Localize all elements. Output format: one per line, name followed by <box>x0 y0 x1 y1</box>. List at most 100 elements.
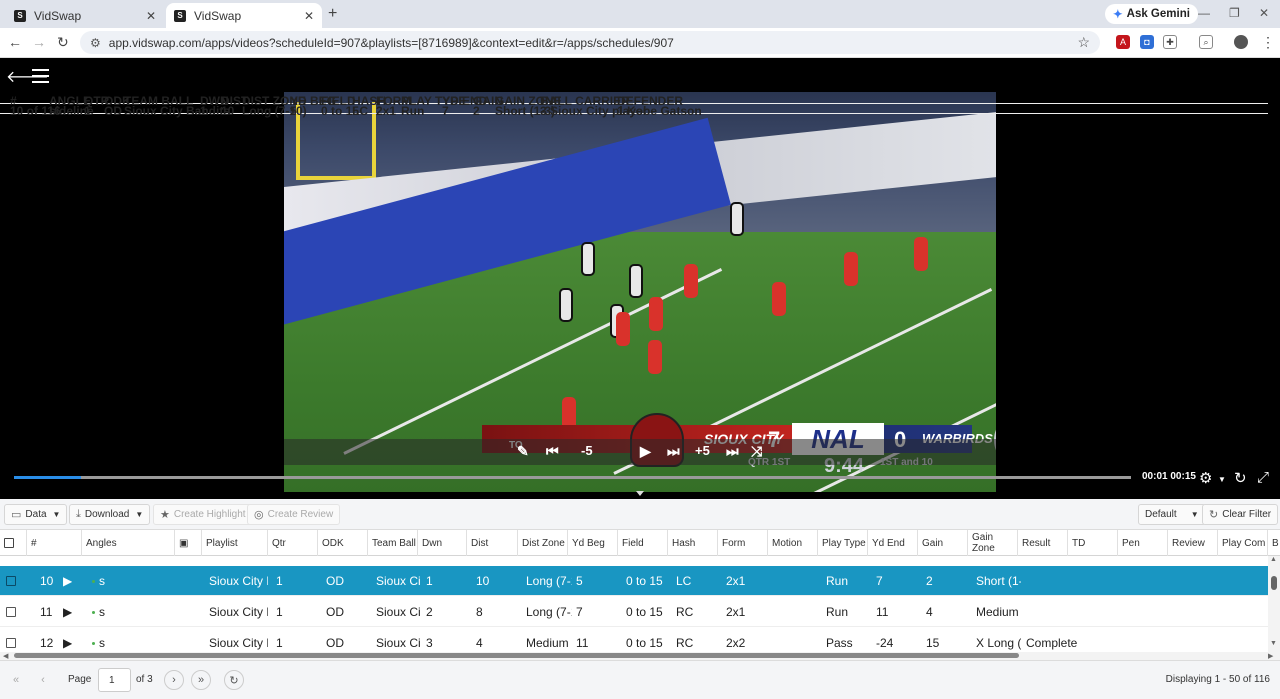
overlay-value: 7 <box>442 104 449 118</box>
grid-vertical-scrollbar[interactable]: ▲ ▼ <box>1268 556 1280 652</box>
col-header-pen[interactable]: Pen <box>1118 530 1168 556</box>
scroll-up-icon[interactable]: ▲ <box>1270 556 1277 563</box>
table-row[interactable]: 10 ▶ s Sioux City Ba 1 OD Sioux Cit 1 10… <box>0 566 1268 596</box>
first-page-icon[interactable]: « <box>6 670 26 690</box>
next-frame-icon[interactable]: ⏭ <box>667 443 680 460</box>
col-header-hash[interactable]: Hash <box>668 530 718 556</box>
scroll-right-icon[interactable]: ▶ <box>1268 652 1273 660</box>
minimize-icon[interactable]: — <box>1198 6 1210 20</box>
last-page-icon[interactable]: » <box>191 670 211 690</box>
grid-header: # Angles ▣ Playlist Qtr ODK Team Ball Dw… <box>0 530 1280 556</box>
create-review-button[interactable]: ◎ Create Review <box>247 504 341 525</box>
skip-back-label[interactable]: -5 <box>581 443 593 458</box>
col-header-dist-zone[interactable]: Dist Zone <box>518 530 568 556</box>
data-menu-button[interactable]: ▭ Data ▼ <box>4 504 68 525</box>
row-checkbox[interactable] <box>6 576 16 586</box>
play-pause-icon[interactable]: ▶ <box>640 443 651 460</box>
collapse-handle-icon[interactable] <box>636 491 644 496</box>
restore-icon[interactable]: ❐ <box>1229 6 1240 20</box>
col-header-play-com[interactable]: Play Com <box>1218 530 1268 556</box>
overlay-value: OD <box>104 104 122 118</box>
overlay-value: 1 <box>84 104 91 118</box>
col-header-playlist[interactable]: Playlist <box>202 530 268 556</box>
col-header-field[interactable]: Field <box>618 530 668 556</box>
browser-menu-icon[interactable]: ⋮ <box>1261 34 1275 51</box>
edit-pencil-icon[interactable]: ✎ <box>517 443 529 460</box>
col-header-gain[interactable]: Gain <box>918 530 968 556</box>
grid-horizontal-scrollbar[interactable]: ◀ ▶ <box>0 652 1280 660</box>
hamburger-menu-icon[interactable] <box>32 69 49 87</box>
prev-page-icon[interactable]: ‹ <box>33 670 53 690</box>
col-header-angles[interactable]: Angles <box>82 530 175 556</box>
pdf-extension-icon[interactable]: A <box>1116 35 1130 49</box>
col-header-dist[interactable]: Dist <box>467 530 518 556</box>
settings-caret-icon[interactable]: ▼ <box>1218 475 1226 484</box>
select-all-cell[interactable] <box>0 530 27 556</box>
col-header-thumbnail[interactable]: ▣ <box>175 530 202 556</box>
table-row[interactable]: 12 ▶ s Sioux City Ba 1 OD Sioux Cit 3 4 … <box>0 628 1268 652</box>
clear-filter-button[interactable]: ↻ Clear Filter <box>1202 504 1279 525</box>
play-row-icon[interactable]: ▶ <box>63 628 72 652</box>
download-menu-button[interactable]: ⤓ Download ▼ <box>69 504 151 525</box>
back-arrow-icon[interactable]: ← <box>8 34 22 50</box>
col-header-odk[interactable]: ODK <box>318 530 368 556</box>
row-checkbox[interactable] <box>6 638 16 648</box>
play-row-icon[interactable]: ▶ <box>63 597 72 627</box>
video-frame[interactable]: SIOUX CITY 7 NAL 0 WARBIRDS ★ QTR 1ST 9:… <box>284 92 996 492</box>
select-all-checkbox[interactable] <box>4 538 14 548</box>
tab-search-icon[interactable]: ⌕ <box>1199 35 1213 49</box>
next-page-icon[interactable]: › <box>164 670 184 690</box>
col-header-b[interactable]: B <box>1268 530 1280 556</box>
url-omnibox[interactable]: ⚙ app.vidswap.com/apps/videos?scheduleId… <box>80 31 1100 54</box>
video-time-readout: 00:01 00:15 <box>1142 471 1196 482</box>
col-header-dwn[interactable]: Dwn <box>418 530 467 556</box>
col-header-num[interactable]: # <box>27 530 82 556</box>
col-header-team-ball[interactable]: Team Ball <box>368 530 418 556</box>
col-header-result[interactable]: Result <box>1018 530 1068 556</box>
new-tab-icon[interactable]: + <box>328 5 337 23</box>
replay-icon[interactable]: ↻ <box>1234 469 1247 487</box>
site-settings-icon[interactable]: ⚙ <box>90 36 101 50</box>
horizontal-scroll-thumb[interactable] <box>14 653 1019 658</box>
col-header-yd-beg[interactable]: Yd Beg <box>568 530 618 556</box>
col-header-td[interactable]: TD <box>1068 530 1118 556</box>
table-row[interactable]: 11 ▶ s Sioux City Ba 1 OD Sioux Cit 2 8 … <box>0 597 1268 627</box>
refresh-grid-icon[interactable]: ↻ <box>224 670 244 690</box>
create-highlight-button[interactable]: ★ Create Highlight <box>153 504 253 525</box>
previous-clip-icon[interactable]: ⏮ <box>546 443 559 460</box>
extensions-puzzle-icon[interactable]: ✚ <box>1163 35 1177 49</box>
ask-gemini-button[interactable]: ✦ Ask Gemini <box>1105 4 1198 24</box>
vertical-scroll-thumb[interactable] <box>1271 576 1277 590</box>
scroll-left-icon[interactable]: ◀ <box>3 652 8 660</box>
col-header-yd-end[interactable]: Yd End <box>868 530 918 556</box>
close-tab-icon[interactable]: ✕ <box>304 9 314 23</box>
shuffle-icon[interactable]: ⤨ <box>751 443 762 460</box>
skip-forward-label[interactable]: +5 <box>695 443 710 458</box>
row-checkbox[interactable] <box>6 607 16 617</box>
col-header-qtr[interactable]: Qtr <box>268 530 318 556</box>
col-header-form[interactable]: Form <box>718 530 768 556</box>
forward-arrow-icon[interactable]: → <box>32 34 46 50</box>
browser-tab-2[interactable]: S VidSwap ✕ <box>166 3 322 28</box>
settings-gear-icon[interactable]: ⚙ <box>1199 469 1212 487</box>
extension-blue-icon[interactable]: ◘ <box>1140 35 1154 49</box>
fullscreen-icon[interactable]: ⤢ <box>1257 469 1269 486</box>
scroll-down-icon[interactable]: ▼ <box>1270 640 1277 647</box>
time-total: 00:15 <box>1170 471 1196 482</box>
play-row-icon[interactable]: ▶ <box>63 566 72 596</box>
window-close-icon[interactable]: ✕ <box>1259 6 1269 20</box>
browser-tab-1[interactable]: S VidSwap ✕ <box>6 3 164 28</box>
bookmark-star-icon[interactable]: ☆ <box>1077 34 1090 51</box>
col-header-motion[interactable]: Motion <box>768 530 818 556</box>
close-tab-icon[interactable]: ✕ <box>146 9 156 23</box>
col-header-play-type[interactable]: Play Type <box>818 530 868 556</box>
col-header-gain-zone[interactable]: Gain Zone <box>968 530 1018 556</box>
profile-avatar[interactable] <box>1234 35 1248 49</box>
reload-icon[interactable]: ↻ <box>57 34 69 51</box>
next-clip-icon[interactable]: ⏭ <box>726 443 739 460</box>
video-progress-bar[interactable] <box>14 476 1131 479</box>
col-header-review[interactable]: Review <box>1168 530 1218 556</box>
cell-num: 12 <box>40 636 54 650</box>
page-number-input[interactable]: 1 <box>98 668 131 692</box>
view-default-select[interactable]: Default ▼ <box>1138 504 1206 525</box>
